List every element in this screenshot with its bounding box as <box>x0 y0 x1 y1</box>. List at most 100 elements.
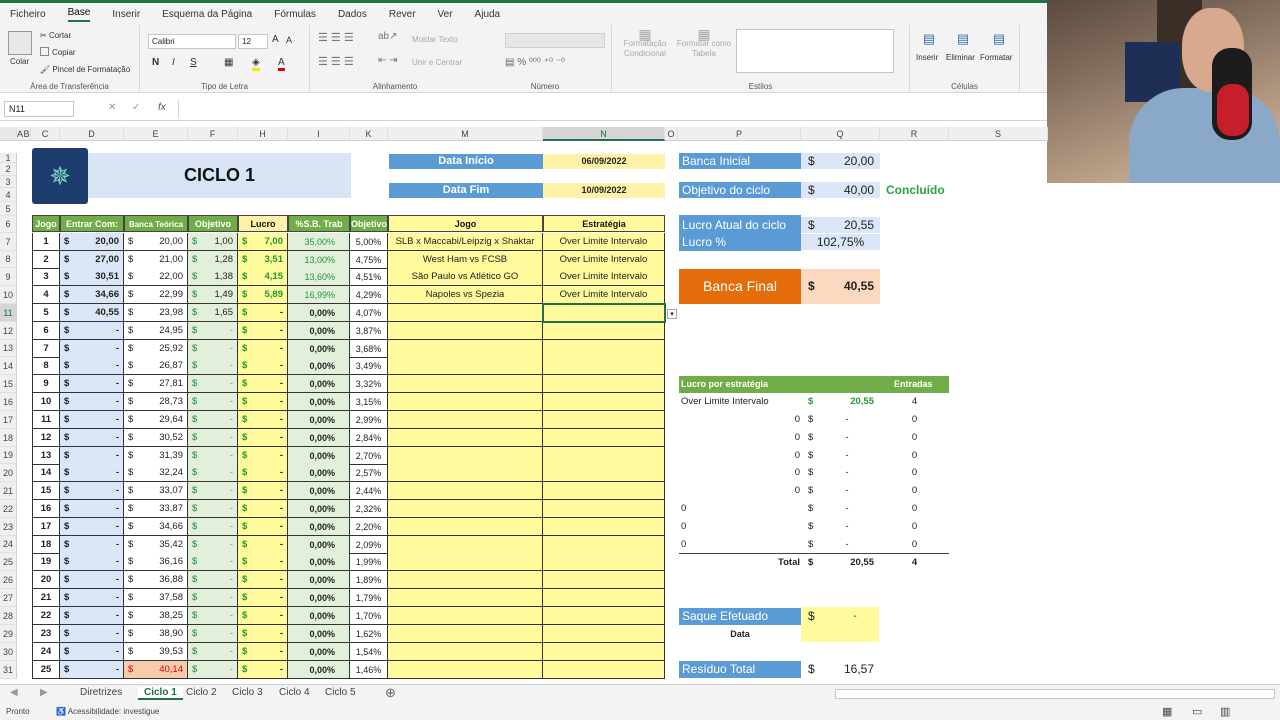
column-header-C[interactable]: C <box>31 127 60 141</box>
align-top-icon[interactable]: ☰ ☰ ☰ <box>318 31 354 44</box>
bank-percent[interactable]: 13,00% <box>288 251 350 269</box>
menu-tab-5[interactable]: Dados <box>338 9 367 20</box>
paste-button[interactable]: Colar <box>10 57 29 66</box>
insert-cells-icon[interactable]: ▤ <box>916 31 942 47</box>
formula-input[interactable] <box>178 100 1048 118</box>
strategy-cell[interactable] <box>543 625 665 643</box>
column-header-H[interactable]: H <box>238 127 288 141</box>
theoretical-bank[interactable]: 34,66 <box>124 518 188 536</box>
game-cell[interactable] <box>388 482 543 500</box>
entry-amount[interactable]: - <box>60 625 124 643</box>
entry-amount[interactable]: 34,66 <box>60 286 124 304</box>
bank-percent[interactable]: 35,00% <box>288 233 350 251</box>
menu-tab-2[interactable]: Inserir <box>112 9 140 20</box>
strategy-cell[interactable] <box>543 518 665 536</box>
entry-amount[interactable]: 27,00 <box>60 251 124 269</box>
objective-percent[interactable]: 4,51% <box>350 268 388 286</box>
bank-percent[interactable]: 0,00% <box>288 661 350 679</box>
bank-percent[interactable]: 0,00% <box>288 571 350 589</box>
accessibility-status[interactable]: ♿ Acessibilidade: investigue <box>56 707 159 716</box>
bank-percent[interactable]: 0,00% <box>288 553 350 571</box>
number-format-icons[interactable]: ▤ % ⁰⁰⁰ ⁺⁰ ⁻⁰ <box>505 57 565 68</box>
column-header-P[interactable]: P <box>678 127 801 141</box>
row-header[interactable]: 6 <box>0 216 17 233</box>
theoretical-bank[interactable]: 20,00 <box>124 233 188 251</box>
column-header-N[interactable]: N <box>543 127 665 141</box>
bank-percent[interactable]: 0,00% <box>288 375 350 393</box>
row-header[interactable]: 25 <box>0 553 17 571</box>
profit-percent-value[interactable]: 102,75% <box>801 234 880 250</box>
row-header[interactable]: 1 <box>0 153 17 163</box>
row-header[interactable]: 7 <box>0 233 17 251</box>
theoretical-bank[interactable]: 36,16 <box>124 553 188 571</box>
conditional-format-button[interactable]: ▦ Formatação Condicional <box>620 27 670 59</box>
format-table-button[interactable]: ▦ Formatar como Tabela <box>674 27 734 59</box>
row-header[interactable]: 20 <box>0 464 17 482</box>
theoretical-bank[interactable]: 28,73 <box>124 393 188 411</box>
row-header[interactable]: 9 <box>0 268 17 286</box>
game-cell[interactable]: Napoles vs Spezia <box>388 286 543 304</box>
game-cell[interactable] <box>388 607 543 625</box>
row-header[interactable]: 27 <box>0 589 17 607</box>
theoretical-bank[interactable]: 31,39 <box>124 447 188 465</box>
bank-percent[interactable]: 0,00% <box>288 393 350 411</box>
selected-cell[interactable] <box>542 303 666 323</box>
game-cell[interactable] <box>388 571 543 589</box>
game-cell[interactable] <box>388 411 543 429</box>
objective-percent[interactable]: 2,32% <box>350 500 388 518</box>
strategy-cell[interactable]: Over Limite Intervalo <box>543 233 665 251</box>
bank-percent[interactable]: 0,00% <box>288 357 350 375</box>
entry-amount[interactable]: - <box>60 447 124 465</box>
bank-percent[interactable]: 0,00% <box>288 589 350 607</box>
theoretical-bank[interactable]: 23,98 <box>124 304 188 322</box>
game-cell[interactable] <box>388 304 543 322</box>
theoretical-bank[interactable]: 39,53 <box>124 643 188 661</box>
row-header[interactable]: 15 <box>0 375 17 393</box>
objective-percent[interactable]: 1,54% <box>350 643 388 661</box>
row-header[interactable]: 26 <box>0 571 17 589</box>
underline-icon[interactable]: S <box>190 57 197 68</box>
row-header[interactable]: 24 <box>0 536 17 553</box>
game-cell[interactable]: West Ham vs FCSB <box>388 251 543 269</box>
entry-amount[interactable]: - <box>60 536 124 554</box>
theoretical-bank[interactable]: 33,87 <box>124 500 188 518</box>
menu-tab-0[interactable]: Ficheiro <box>10 9 46 20</box>
sheet-tab-4[interactable]: Ciclo 4 <box>279 687 310 698</box>
row-header[interactable]: 22 <box>0 500 17 518</box>
game-cell[interactable] <box>388 393 543 411</box>
strategy-cell[interactable] <box>543 536 665 554</box>
objective-percent[interactable]: 2,57% <box>350 464 388 482</box>
bank-percent[interactable]: 0,00% <box>288 500 350 518</box>
entry-amount[interactable]: - <box>60 661 124 679</box>
paste-icon[interactable] <box>8 31 32 55</box>
name-box[interactable]: N11 <box>4 101 74 117</box>
grow-font-icon[interactable]: A <box>272 34 279 45</box>
entry-amount[interactable]: 20,00 <box>60 233 124 251</box>
entry-amount[interactable]: 40,55 <box>60 304 124 322</box>
menu-tab-6[interactable]: Rever <box>389 9 416 20</box>
entry-amount[interactable]: - <box>60 464 124 482</box>
strategy-cell[interactable] <box>543 482 665 500</box>
cancel-icon[interactable]: ✕ <box>108 102 116 113</box>
row-header[interactable]: 4 <box>0 188 17 202</box>
objective-percent[interactable]: 3,49% <box>350 357 388 375</box>
delete-cells-icon[interactable]: ▤ <box>950 31 976 47</box>
format-cells-button[interactable]: Formatar <box>980 53 1012 62</box>
game-cell[interactable] <box>388 340 543 358</box>
theoretical-bank[interactable]: 25,92 <box>124 340 188 358</box>
entry-amount[interactable]: - <box>60 393 124 411</box>
row-header[interactable]: 29 <box>0 625 17 643</box>
game-cell[interactable] <box>388 518 543 536</box>
orientation-icon[interactable]: ab↗ <box>378 31 398 42</box>
game-cell[interactable] <box>388 500 543 518</box>
theoretical-bank[interactable]: 29,64 <box>124 411 188 429</box>
row-header[interactable]: 17 <box>0 411 17 429</box>
row-header[interactable]: 23 <box>0 518 17 536</box>
entry-amount[interactable]: - <box>60 375 124 393</box>
format-painter-button[interactable]: 🖌 Pincel de Formatação <box>40 65 130 74</box>
align-left-icon[interactable]: ☰ ☰ ☰ <box>318 55 354 68</box>
sheet-tab-0[interactable]: Diretrizes <box>80 687 122 698</box>
font-family-select[interactable]: Calibri <box>148 34 236 49</box>
game-cell[interactable] <box>388 357 543 375</box>
format-cells-icon[interactable]: ▤ <box>986 31 1012 47</box>
